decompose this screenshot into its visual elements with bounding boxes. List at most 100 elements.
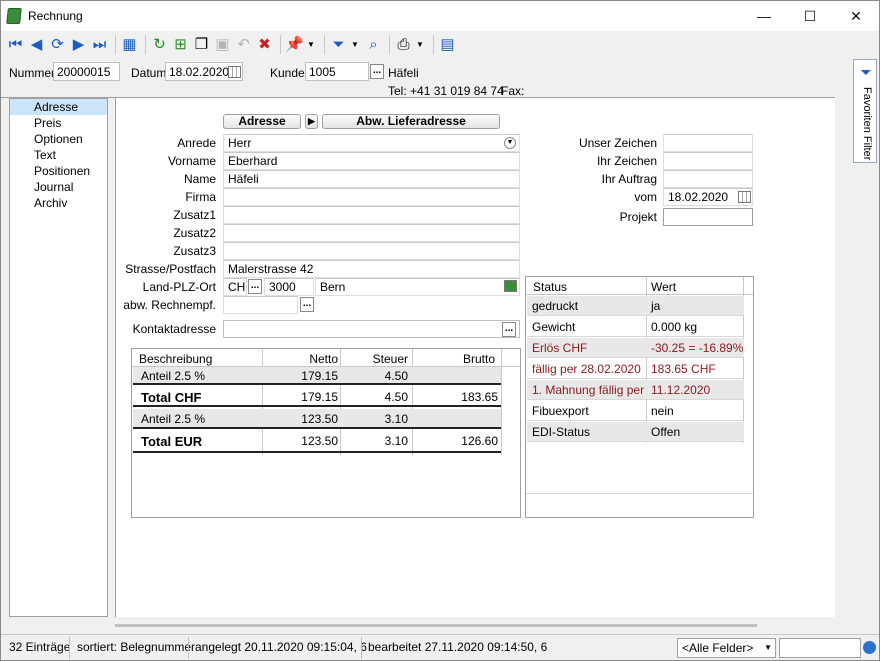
nav-item-archiv[interactable]: Archiv <box>10 195 107 211</box>
list-item[interactable]: fällig per 28.02.2020 183.65 CHF <box>527 359 744 379</box>
projekt-field[interactable] <box>663 208 753 226</box>
filter-icon[interactable]: ⏷ <box>329 35 348 54</box>
nav-item-journal[interactable]: Journal <box>10 179 107 195</box>
export-icon[interactable]: ▤ <box>438 35 457 54</box>
kontaktadresse-lookup-button[interactable]: ... <box>502 322 516 337</box>
table-row[interactable]: Total CHF 179.15 4.50 183.65 <box>133 387 501 407</box>
first-record-icon[interactable]: ⏮ <box>6 35 25 54</box>
land-field[interactable]: CH <box>223 278 247 296</box>
row-netto: 179.15 <box>301 390 338 404</box>
nav-item-text[interactable]: Text <box>10 147 107 163</box>
strasse-field[interactable]: Malerstrasse 42 <box>223 260 520 278</box>
pin-dropdown-icon[interactable]: ▼ <box>306 40 316 49</box>
row-desc: Anteil 2.5 % <box>141 369 206 383</box>
col-status: Status <box>533 280 568 294</box>
unser-zeichen-field[interactable] <box>663 134 753 152</box>
section-nav: Adresse Preis Optionen Text Positionen J… <box>9 98 108 617</box>
save-icon[interactable]: ▣ <box>213 35 232 54</box>
filter-dropdown-icon[interactable]: ▼ <box>350 40 360 49</box>
list-item[interactable]: gedruckt ja <box>527 296 744 316</box>
ihr-auftrag-field[interactable] <box>663 170 753 188</box>
zusatz2-field[interactable] <box>223 224 520 242</box>
vertical-scrollbar[interactable] <box>835 58 847 618</box>
minimize-button[interactable]: — <box>741 1 787 31</box>
find-icon[interactable]: ⌕ <box>364 35 383 54</box>
land-lookup-button[interactable]: ... <box>248 279 262 294</box>
vom-label: vom <box>634 190 657 204</box>
kontaktadresse-field[interactable] <box>223 320 520 338</box>
status-grid: Status Wert gedruckt ja Gewicht 0.000 kg… <box>525 276 754 518</box>
nav-item-preis[interactable]: Preis <box>10 115 107 131</box>
plz-field[interactable]: 3000 <box>264 278 314 296</box>
vorname-field[interactable]: Eberhard <box>223 152 520 170</box>
tab-abw-lieferadresse[interactable]: Abw. Lieferadresse <box>322 114 500 129</box>
print-dropdown-icon[interactable]: ▼ <box>415 40 425 49</box>
nav-item-positionen[interactable]: Positionen <box>10 163 107 179</box>
kontaktadresse-label: Kontaktadresse <box>132 322 216 336</box>
telephone: Tel: +41 31 019 84 74 <box>388 84 504 98</box>
zusatz1-field[interactable] <box>223 206 520 224</box>
chevron-down-icon[interactable]: ▼ <box>504 137 516 149</box>
horizontal-scrollbar[interactable] <box>115 619 835 632</box>
row-brutto: 183.65 <box>461 390 498 404</box>
toolbar-separator <box>280 35 281 54</box>
firma-field[interactable] <box>223 188 520 206</box>
print-icon[interactable]: ⎙ <box>394 35 413 54</box>
table-icon[interactable]: ▦ <box>120 35 139 54</box>
chevron-down-icon[interactable]: ▼ <box>764 643 772 652</box>
table-row[interactable]: Anteil 2.5 % 123.50 3.10 <box>133 409 501 429</box>
delete-icon[interactable]: ✖ <box>255 35 274 54</box>
prev-record-icon[interactable]: ◀ <box>27 35 46 54</box>
name-label: Name <box>183 172 216 186</box>
favorites-filter-tab[interactable]: ⏷ Favoriten Filter <box>853 59 877 163</box>
search-input[interactable] <box>779 638 861 658</box>
status-key: fällig per 28.02.2020 <box>532 362 641 376</box>
status-value: Offen <box>651 425 681 439</box>
list-item[interactable]: EDI-Status Offen <box>527 422 744 442</box>
list-item[interactable]: 1. Mahnung fällig per 11.12.2020 <box>527 380 744 400</box>
abw-rechnempf-lookup-button[interactable]: ... <box>300 297 314 312</box>
row-steuer: 4.50 <box>384 390 408 404</box>
maximize-button[interactable]: ☐ <box>787 1 833 31</box>
close-button[interactable]: ✕ <box>833 1 879 31</box>
name-field[interactable]: Häfeli <box>223 170 520 188</box>
nav-item-optionen[interactable]: Optionen <box>10 131 107 147</box>
calendar-icon[interactable] <box>228 66 241 78</box>
reload-icon[interactable]: ↻ <box>150 35 169 54</box>
scrollbar-thumb[interactable] <box>115 624 757 627</box>
toolbar: ⏮ ◀ ⟳ ▶ ⏭ ▦ ↻ ⊞ ❐ ▣ ↶ ✖ 📌 ▼ ⏷ ▼ ⌕ ⎙ ▼ ▤ <box>1 31 879 58</box>
kunde-lookup-button[interactable]: ... <box>370 64 384 79</box>
copy-record-icon[interactable]: ❐ <box>192 35 211 54</box>
anrede-select[interactable]: Herr <box>223 134 520 152</box>
calendar-icon[interactable] <box>738 191 751 203</box>
tab-adresse[interactable]: Adresse <box>223 114 301 129</box>
new-record-icon[interactable]: ⊞ <box>171 35 190 54</box>
refresh-circle-icon[interactable]: ⟳ <box>48 35 67 54</box>
nummer-field[interactable]: 20000015 <box>53 62 120 81</box>
ort-field[interactable]: Bern <box>315 278 520 296</box>
kunde-field[interactable]: 1005 <box>305 62 369 81</box>
field-select[interactable]: <Alle Felder> ▼ <box>677 638 776 658</box>
zusatz3-field[interactable] <box>223 242 520 260</box>
list-item[interactable]: Fibuexport nein <box>527 401 744 421</box>
list-item[interactable]: Erlös CHF -30.25 = -16.89% <box>527 338 744 358</box>
search-icon[interactable] <box>863 641 876 654</box>
status-separator <box>361 637 362 659</box>
table-row[interactable]: Anteil 2.5 % 179.15 4.50 <box>133 367 501 385</box>
nav-item-adresse[interactable]: Adresse <box>10 99 107 115</box>
next-record-icon[interactable]: ▶ <box>69 35 88 54</box>
undo-icon[interactable]: ↶ <box>234 35 253 54</box>
abw-rechnempf-field[interactable] <box>223 296 298 314</box>
datum-value: 18.02.2020 <box>169 65 230 79</box>
status-key: Gewicht <box>532 320 576 334</box>
row-brutto: 126.60 <box>461 434 498 448</box>
pin-icon[interactable]: 📌 <box>285 35 304 54</box>
last-record-icon[interactable]: ⏭ <box>90 35 109 54</box>
ihr-zeichen-field[interactable] <box>663 152 753 170</box>
col-wert: Wert <box>651 280 677 294</box>
favorites-filter-label: Favoriten Filter <box>861 87 873 161</box>
tab-arrow-icon[interactable]: ▶ <box>305 114 318 129</box>
map-icon[interactable] <box>504 280 517 292</box>
list-item[interactable]: Gewicht 0.000 kg <box>527 317 744 337</box>
table-row[interactable]: Total EUR 123.50 3.10 126.60 <box>133 431 501 453</box>
